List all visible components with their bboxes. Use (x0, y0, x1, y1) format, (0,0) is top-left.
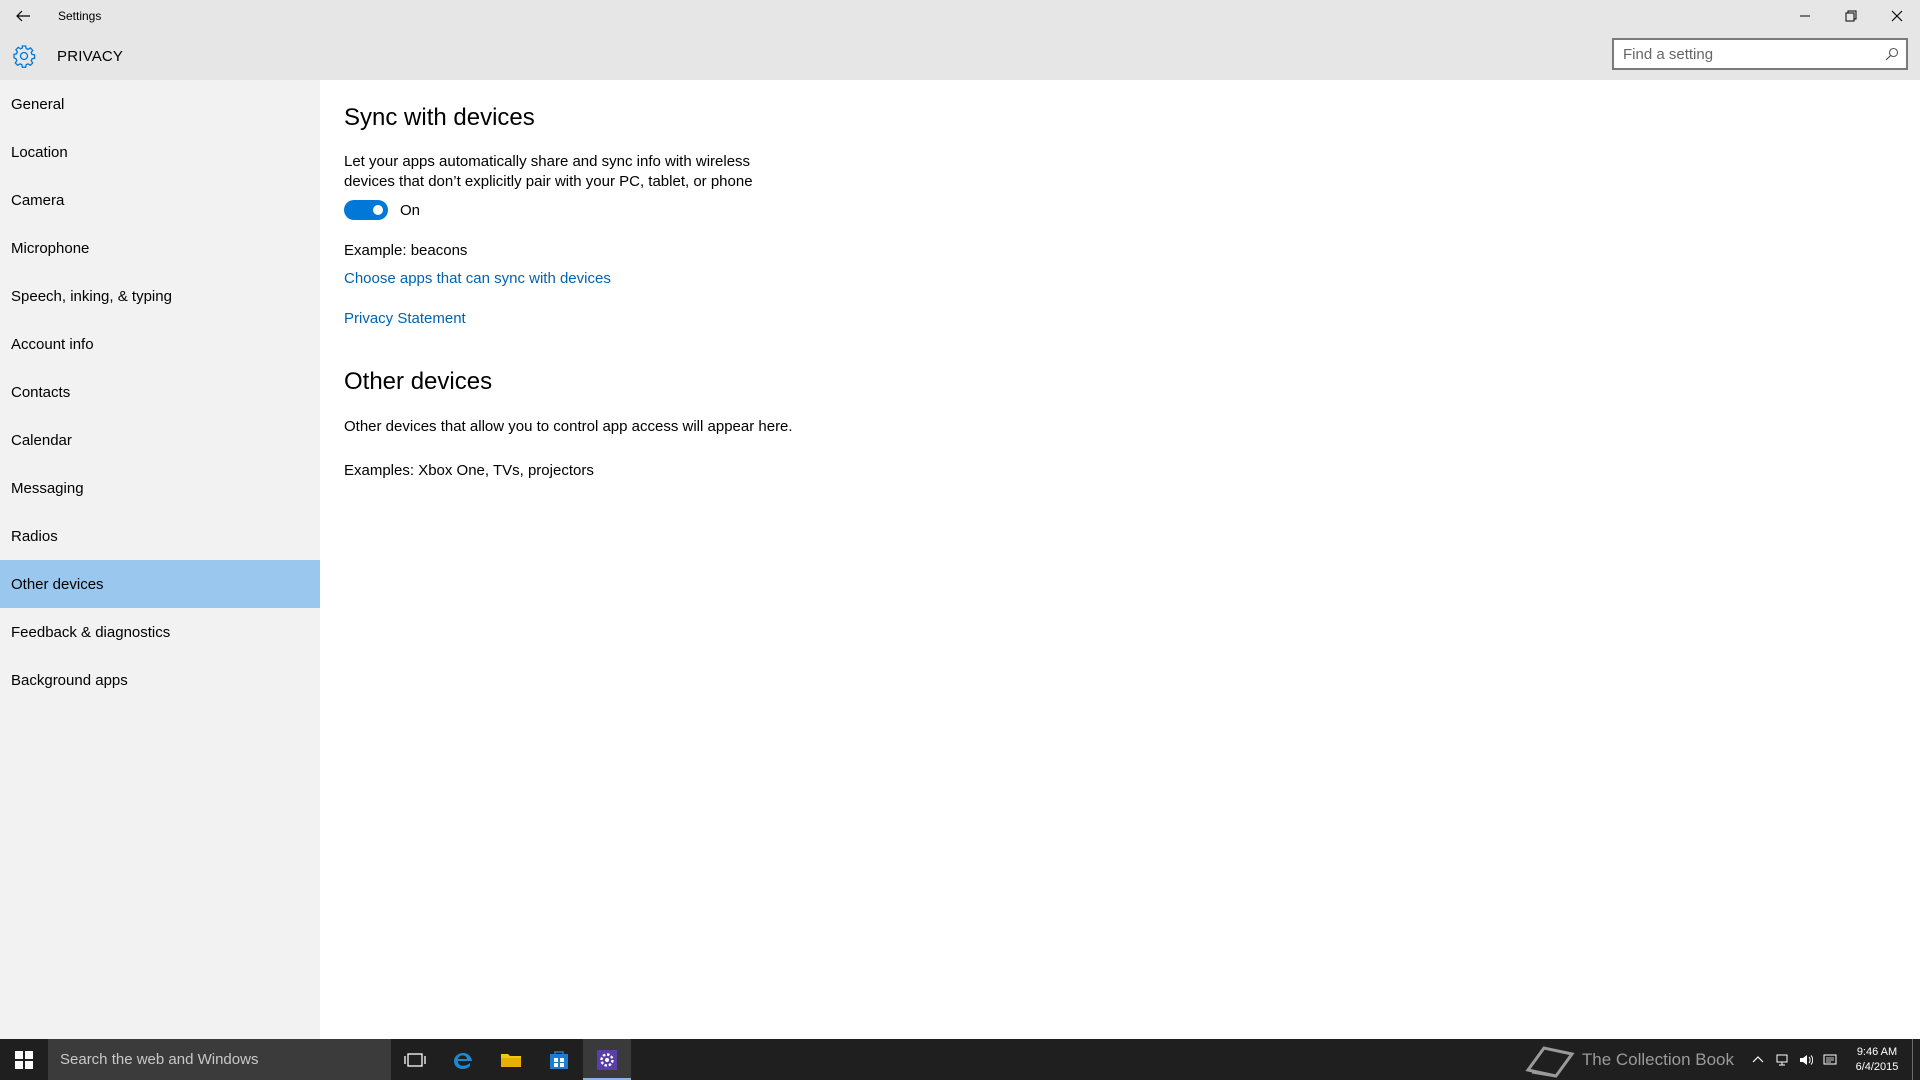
settings-header: PRIVACY (0, 32, 1920, 80)
other-devices-description: Other devices that allow you to control … (344, 418, 793, 435)
example-beacons: Example: beacons (344, 242, 468, 259)
windows-logo-icon (15, 1050, 33, 1069)
volume-icon (1800, 1054, 1813, 1065)
restore-button[interactable] (1828, 0, 1874, 32)
sidebar-item-messaging[interactable]: Messaging (0, 464, 320, 512)
settings-gear-icon (597, 1049, 617, 1070)
taskbar-clock[interactable]: 9:46 AM 6/4/2015 (1842, 1045, 1912, 1075)
sync-section-title: Sync with devices (344, 104, 535, 131)
book-icon (1525, 1045, 1575, 1078)
search-icon[interactable] (1878, 40, 1906, 68)
folder-icon (501, 1053, 521, 1067)
window-controls (1782, 0, 1920, 32)
choose-apps-link[interactable]: Choose apps that can sync with devices (344, 270, 611, 287)
sidebar-item-location[interactable]: Location (0, 128, 320, 176)
find-setting-search[interactable] (1612, 38, 1908, 70)
sidebar-item-account-info[interactable]: Account info (0, 320, 320, 368)
clock-date: 6/4/2015 (1855, 1060, 1899, 1073)
toggle-knob (373, 205, 383, 215)
other-devices-examples: Examples: Xbox One, TVs, projectors (344, 462, 594, 479)
file-explorer-taskbar-button[interactable] (487, 1039, 535, 1080)
privacy-sidebar: General Location Camera Microphone Speec… (0, 80, 320, 1039)
sync-toggle-row: On (344, 200, 420, 220)
page-title: PRIVACY (57, 47, 124, 65)
notification-icon (1823, 1054, 1837, 1064)
store-icon (550, 1050, 568, 1069)
sidebar-item-general[interactable]: General (0, 80, 320, 128)
title-bar: Settings (0, 0, 1920, 32)
settings-window: Settings PRIVACY Find a setting General … (0, 0, 1920, 1039)
gear-icon (12, 44, 36, 68)
start-button[interactable] (0, 1039, 48, 1080)
privacy-statement-link[interactable]: Privacy Statement (344, 310, 466, 327)
chevron-up-icon (1752, 1055, 1764, 1062)
sidebar-item-background-apps[interactable]: Background apps (0, 656, 320, 704)
toggle-state-label: On (400, 201, 421, 219)
task-view-icon (404, 1052, 426, 1067)
sidebar-item-camera[interactable]: Camera (0, 176, 320, 224)
system-tray: The Collection Book 9:46 AM 6/4/2015 (1524, 1039, 1920, 1080)
edge-taskbar-button[interactable] (439, 1039, 487, 1080)
window-title: Settings (58, 9, 102, 23)
sidebar-item-microphone[interactable]: Microphone (0, 224, 320, 272)
edge-icon (454, 1052, 472, 1069)
settings-taskbar-button[interactable] (583, 1039, 631, 1080)
back-button[interactable] (0, 0, 46, 32)
sidebar-item-other-devices[interactable]: Other devices (0, 560, 320, 608)
store-taskbar-button[interactable] (535, 1039, 583, 1080)
volume-button[interactable] (1794, 1039, 1818, 1080)
watermark-text: The Collection Book (1581, 1049, 1734, 1069)
sync-description: Let your apps automatically share and sy… (344, 153, 753, 190)
watermark: The Collection Book (1524, 1042, 1734, 1078)
taskbar-search-box[interactable]: Search the web and Windows (48, 1039, 391, 1080)
taskbar: Search the web and Windows The Collectio… (0, 1039, 1920, 1080)
network-button[interactable] (1770, 1039, 1794, 1080)
sync-toggle-switch[interactable] (344, 200, 388, 220)
sidebar-item-radios[interactable]: Radios (0, 512, 320, 560)
close-icon (1891, 10, 1903, 22)
action-center-button[interactable] (1818, 1039, 1842, 1080)
sidebar-item-contacts[interactable]: Contacts (0, 368, 320, 416)
close-button[interactable] (1874, 0, 1920, 32)
sidebar-item-feedback-diagnostics[interactable]: Feedback & diagnostics (0, 608, 320, 656)
restore-icon (1845, 10, 1857, 22)
sidebar-item-calendar[interactable]: Calendar (0, 416, 320, 464)
minimize-button[interactable] (1782, 0, 1828, 32)
minimize-icon (1800, 15, 1810, 17)
task-view-button[interactable] (391, 1039, 439, 1080)
show-hidden-icons-button[interactable] (1746, 1039, 1770, 1080)
sidebar-item-speech-inking-typing[interactable]: Speech, inking, & typing (0, 272, 320, 320)
back-arrow-icon (16, 10, 30, 22)
search-input[interactable] (1614, 40, 1878, 68)
network-icon (1776, 1054, 1788, 1065)
other-devices-section-title: Other devices (344, 368, 493, 395)
show-desktop-button[interactable] (1912, 1039, 1920, 1080)
clock-time: 9:46 AM (1856, 1045, 1898, 1058)
